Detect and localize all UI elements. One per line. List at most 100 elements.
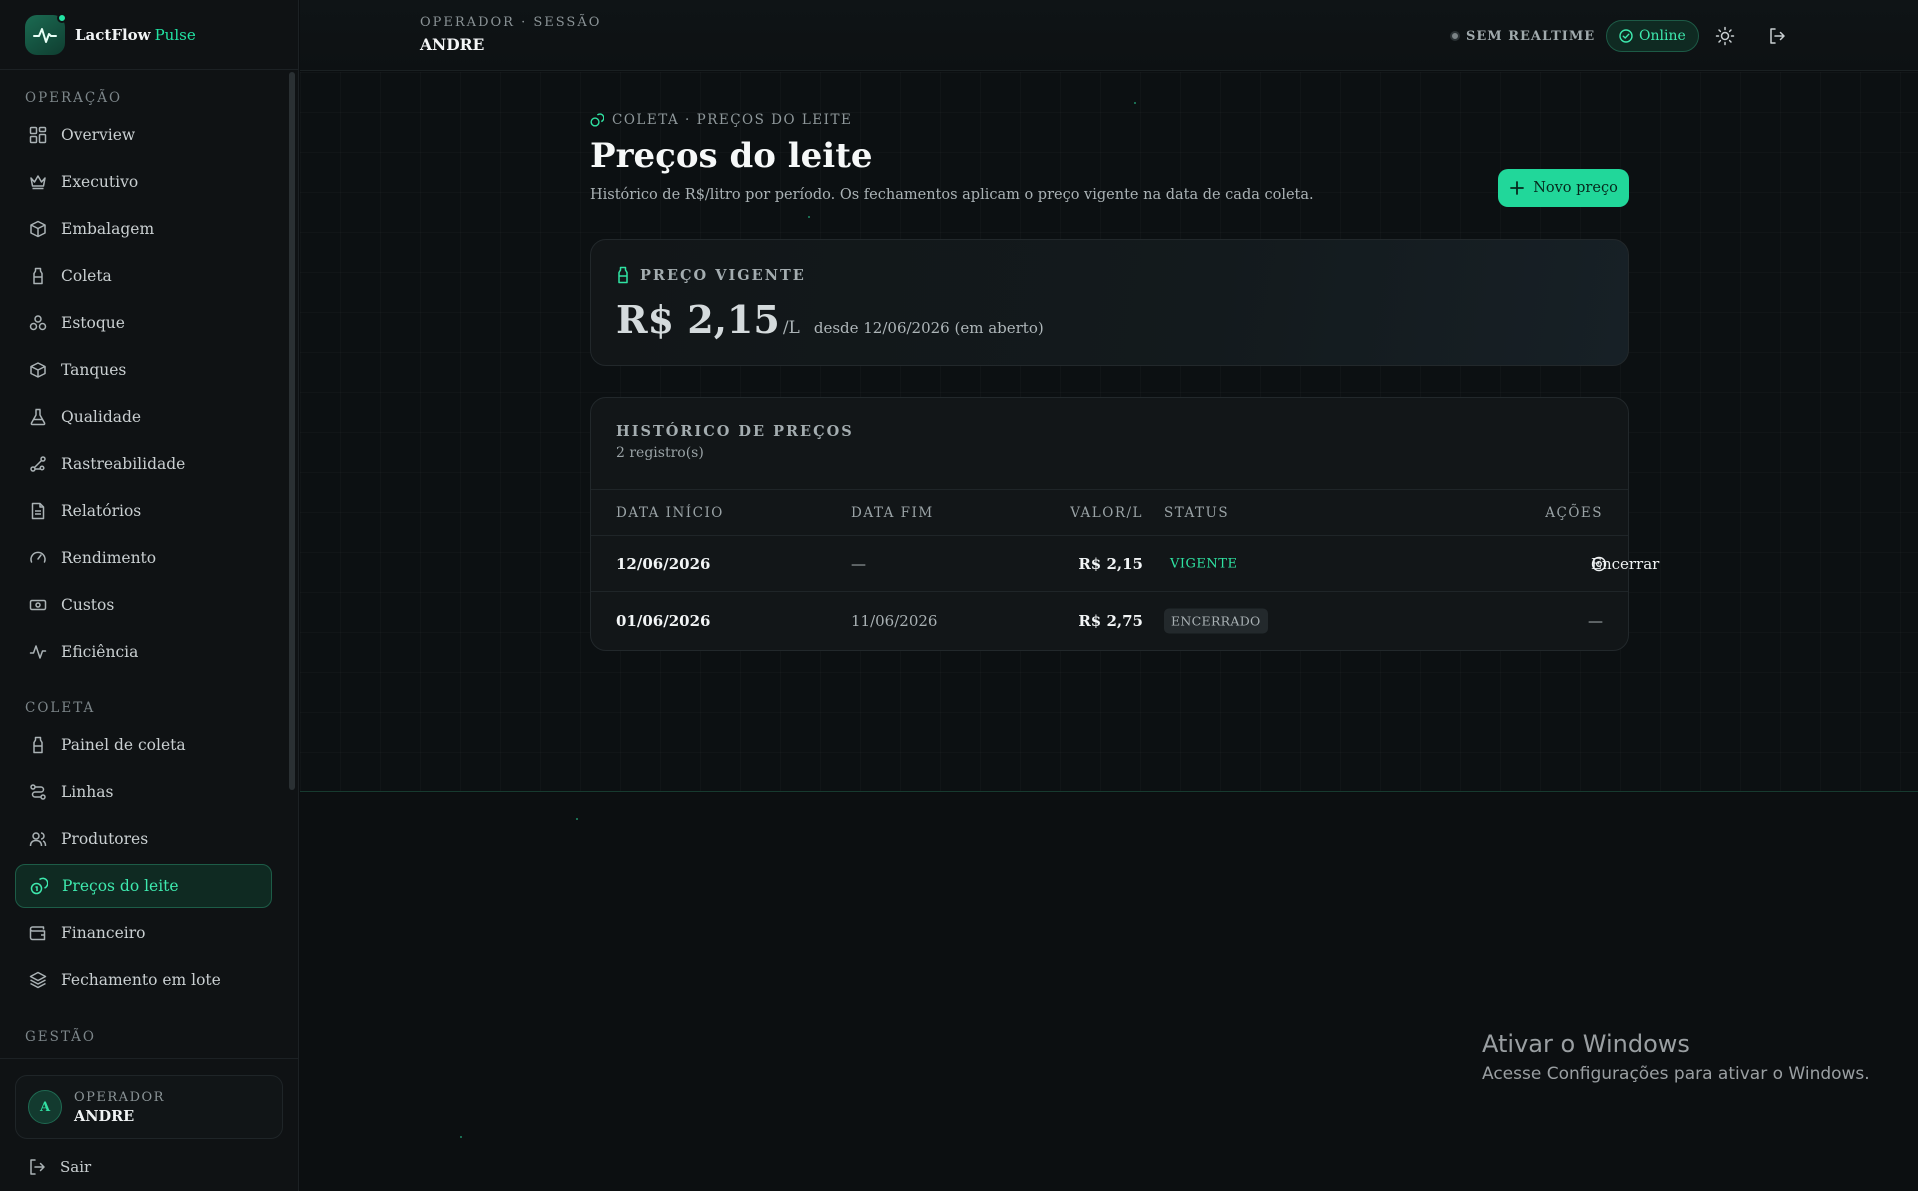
sidebar-item-qualidade[interactable]: Qualidade [15,395,272,439]
sidebar-item-label: Produtores [61,830,149,848]
banknote-icon [29,596,47,614]
status-badge: VIGENTE [1170,556,1238,571]
breadcrumb-text: COLETA · PREÇOS DO LEITE [612,112,853,128]
sidebar-item-label: Embalagem [61,220,155,238]
user-role: OPERADOR [74,1089,165,1105]
sidebar-item-label: Qualidade [61,408,142,426]
boxes-icon [29,314,47,332]
sidebar-item-fechamento-em-lote[interactable]: Fechamento em lote [15,958,272,1002]
history-count: 2 registro(s) [616,445,704,461]
sidebar-item-financeiro[interactable]: Financeiro [15,911,272,955]
sidebar-item-executivo[interactable]: Executivo [15,160,272,204]
current-price-value: R$ 2,15 [616,297,780,342]
breadcrumb: COLETA · PREÇOS DO LEITE [590,112,852,128]
avatar: A [28,1090,62,1124]
decorative-dot [1134,102,1136,104]
sidebar-item-label: Executivo [61,173,139,191]
sidebar-item-relatorios[interactable]: Relatórios [15,489,272,533]
sidebar-item-tanques[interactable]: Tanques [15,348,272,392]
history-title: HISTÓRICO DE PREÇOS [616,423,854,440]
current-price-card: PREÇO VIGENTE R$ 2,15 /L desde 12/06/202… [590,239,1629,366]
section-label-gestao: GESTÃO [25,1029,96,1045]
brand-logo-icon [25,12,67,55]
sidebar-item-custos[interactable]: Custos [15,583,272,627]
sidebar-item-produtores[interactable]: Produtores [15,817,272,861]
realtime-status-badge: SEM REALTIME [1444,22,1601,50]
decorative-dot [808,216,810,218]
sidebar-item-coleta[interactable]: Coleta [15,254,272,298]
sidebar-item-embalagem[interactable]: Embalagem [15,207,272,251]
document-icon [29,502,47,520]
check-circle-icon [1619,29,1633,43]
cell-actions-empty: — [1588,612,1603,630]
user-card[interactable]: A OPERADOR ANDRE [15,1075,283,1139]
cell-value: R$ 2,15 [1078,554,1143,573]
current-price-label-text: PREÇO VIGENTE [640,266,806,284]
current-price-row: R$ 2,15 /L desde 12/06/2026 (em aberto) [616,297,1044,342]
brand-name: LactFlow Pulse [75,25,196,44]
gauge-icon [29,549,47,567]
milk-bottle-icon [616,266,630,284]
sidebar-item-precos-do-leite[interactable]: Preços do leite [15,864,272,908]
layers-icon [29,971,47,989]
theme-toggle-sun-icon[interactable] [1711,22,1739,50]
sidebar-item-label: Tanques [61,361,127,379]
sidebar-item-label: Rendimento [61,549,157,567]
coins-icon [30,877,48,895]
plus-icon [1509,180,1525,196]
sidebar-nav: OPERAÇÃO Overview Executivo Embalagem Co… [0,70,298,1058]
logout-icon [28,1158,46,1176]
column-header-end: DATA FIM [851,504,934,521]
sidebar-item-overview[interactable]: Overview [15,113,272,157]
column-header-actions: AÇÕES [1545,504,1603,521]
sidebar-item-label: Linhas [61,783,114,801]
realtime-label: SEM REALTIME [1466,28,1596,44]
cell-value: R$ 2,75 [1078,612,1143,630]
sidebar-item-label: Relatórios [61,502,142,520]
grid-icon [29,126,47,144]
sidebar-item-rastreabilidade[interactable]: Rastreabilidade [15,442,272,486]
session-info: OPERADOR · SESSÃO ANDRE [420,15,601,54]
close-price-label: Encerrar [1591,554,1660,573]
sidebar-item-label: Estoque [61,314,125,332]
sidebar-item-eficiencia[interactable]: Eficiência [15,630,272,674]
cell-start-date: 12/06/2026 [616,554,711,573]
section-label-operacao: OPERAÇÃO [25,90,123,106]
sidebar-item-estoque[interactable]: Estoque [15,301,272,345]
route-icon [29,455,47,473]
new-price-label: Novo preço [1533,180,1618,196]
page-subtitle: Histórico de R$/litro por período. Os fe… [590,187,1314,203]
cell-end-date: 11/06/2026 [851,612,938,630]
activity-icon [29,643,47,661]
package-icon [29,220,47,238]
route-lines-icon [29,783,47,801]
users-icon [29,830,47,848]
sidebar-item-label: Custos [61,596,115,614]
session-label: OPERADOR · SESSÃO [420,15,602,30]
logout-button[interactable]: Sair [28,1158,91,1176]
current-price-since: desde 12/06/2026 (em aberto) [813,319,1044,337]
brand[interactable]: LactFlow Pulse [0,0,298,70]
lower-background [300,793,1918,1191]
wallet-icon [29,924,47,942]
flask-icon [29,408,47,426]
sidebar: LactFlow Pulse OPERAÇÃO Overview Executiv… [0,0,299,1191]
sidebar-item-painel-de-coleta[interactable]: Painel de coleta [15,723,272,767]
cell-start-date: 01/06/2026 [616,612,711,630]
table-row: 12/06/2026 — R$ 2,15 VIGENTE Encerrar [591,536,1659,592]
sidebar-item-rendimento[interactable]: Rendimento [15,536,272,580]
column-header-value: VALOR/L [1070,504,1143,521]
logout-icon[interactable] [1763,22,1791,50]
sidebar-item-label: Eficiência [61,643,139,661]
sidebar-item-linhas[interactable]: Linhas [15,770,272,814]
status-badge: ENCERRADO [1164,608,1268,634]
page-title: Preços do leite [590,136,873,176]
online-label: Online [1639,28,1686,44]
decorative-dot [460,1136,462,1138]
new-price-button[interactable]: Novo preço [1498,169,1629,207]
current-price-unit: /L [782,318,800,338]
logout-label: Sair [60,1158,92,1176]
sidebar-scrollbar[interactable] [289,72,295,790]
current-price-label: PREÇO VIGENTE [616,266,806,284]
coins-icon [590,113,604,127]
